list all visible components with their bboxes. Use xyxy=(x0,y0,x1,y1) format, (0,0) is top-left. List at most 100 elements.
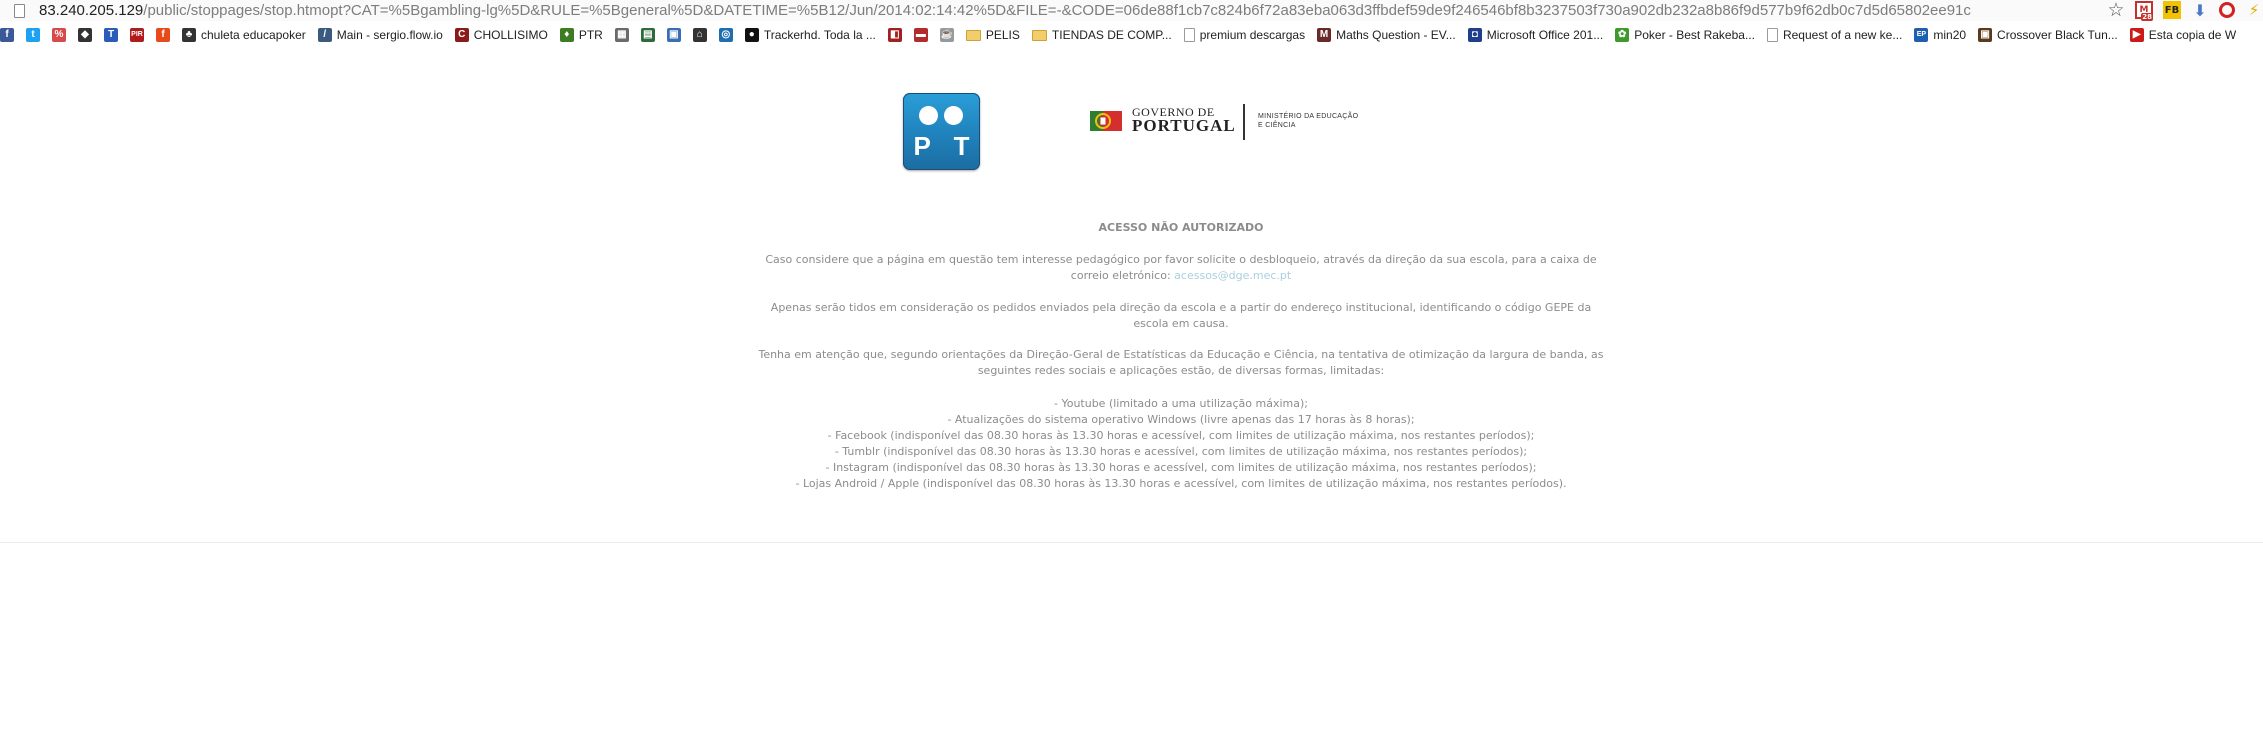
email-link[interactable]: acessos@dge.mec.pt xyxy=(1174,269,1291,282)
bookmark-label: min20 xyxy=(1933,28,1967,42)
gepe-paragraph: Apenas serão tidos em consideração os pe… xyxy=(741,300,1621,332)
limit-item: - Tumblr (indisponível das 08.30 horas à… xyxy=(834,445,1528,458)
bookmark-label: premium descargas xyxy=(1199,28,1306,42)
ministry-line1: MINISTÉRIO DA EDUCAÇÃO xyxy=(1258,113,1359,120)
bookmark-item[interactable]: M Maths Question - EV... xyxy=(1317,26,1456,44)
bookmark-label: Trackerhd. Toda la ... xyxy=(763,28,876,42)
bookmark-label: PELIS xyxy=(985,28,1020,42)
ministry-name: MINISTÉRIO DA EDUCAÇÃO E CIÊNCIA xyxy=(1258,112,1358,130)
bookmark-label: CHOLLISIMO xyxy=(473,28,548,42)
limit-item: - Atualizações do sistema operativo Wind… xyxy=(947,413,1415,426)
maths-icon: M xyxy=(1317,28,1332,42)
download-icon[interactable]: ⬇ xyxy=(2191,1,2209,20)
url-text[interactable]: 83.240.205.129/public/stoppages/stop.htm… xyxy=(39,2,2091,19)
ms-icon: ◧ xyxy=(887,28,902,42)
bookmark-item[interactable]: T xyxy=(104,26,118,44)
pt-logo-dot xyxy=(944,106,963,125)
chart-icon: ▦ xyxy=(614,28,629,42)
gmail-count: 28 xyxy=(2141,13,2153,21)
fb-extension-icon[interactable]: FB xyxy=(2163,1,2181,19)
bookmark-label: Main - sergio.flow.io xyxy=(336,28,443,42)
email-label: correio eletrónico: xyxy=(1070,269,1175,282)
bookmark-item[interactable]: f xyxy=(156,26,170,44)
page-icon xyxy=(14,3,25,18)
adblock-icon[interactable] xyxy=(2219,2,2235,18)
bank-icon: ⌂ xyxy=(692,28,707,42)
limit-item: - Lojas Android / Apple (indisponível da… xyxy=(795,477,1567,490)
url-path: /public/stoppages/stop.htmopt?CAT=%5Bgam… xyxy=(143,2,1971,19)
bookmark-item[interactable]: ▤ xyxy=(640,26,655,44)
bookmark-item[interactable]: ⌂ xyxy=(692,26,707,44)
bookmark-item[interactable]: ▣ xyxy=(666,26,681,44)
gov-line2: PORTUGAL xyxy=(1132,116,1236,135)
page-icon xyxy=(1766,28,1778,42)
url-host: 83.240.205.129 xyxy=(39,2,144,19)
plugin-icon[interactable]: ⚡ xyxy=(2245,1,2263,19)
pdf-icon: ▬ xyxy=(913,28,928,42)
bookmarks-bar: f t% ◆ T PIR f ♣ chuleta educapoker / Main - serg… xyxy=(0,26,2263,44)
educapoker-icon: ♣ xyxy=(182,28,196,42)
bookmark-label: Request of a new ke... xyxy=(1782,28,1903,42)
pir-icon: PIR xyxy=(130,28,144,42)
bookmark-item[interactable]: t xyxy=(26,26,40,44)
request-paragraph: Caso considere que a página em questão t… xyxy=(741,252,1621,284)
bookmark-item[interactable]: ◘ Microsoft Office 201... xyxy=(1467,26,1604,44)
governo-portugal-logo: GOVERNO DE PORTUGAL MINISTÉRIO DA EDUCAÇ… xyxy=(1090,102,1370,142)
folder-icon xyxy=(965,29,981,41)
page-title: ACESSO NÃO AUTORIZADO xyxy=(1098,221,1264,234)
folder-icon xyxy=(1031,29,1047,41)
gov-name: GOVERNO DE PORTUGAL xyxy=(1132,106,1236,135)
poker-icon: ✿ xyxy=(1615,28,1630,42)
chollisimo-icon: C xyxy=(454,28,469,42)
limit-item: - Youtube (limitado a uma utilização máx… xyxy=(1053,397,1308,410)
bookmark-item[interactable]: ▶ Esta copia de W xyxy=(2129,26,2237,44)
bookmark-label: Esta copia de W xyxy=(2148,28,2237,42)
bookmark-item[interactable]: ♦ PTR xyxy=(559,26,603,44)
paragraph-line: seguintes redes sociais e aplicações est… xyxy=(977,364,1385,377)
bookmark-item[interactable]: TIENDAS DE COMP... xyxy=(1031,26,1172,44)
limit-item: - Instagram (indisponível das 08.30 hora… xyxy=(825,461,1537,474)
bookmark-item[interactable]: / Main - sergio.flow.io xyxy=(317,26,443,44)
bookmark-label: Microsoft Office 201... xyxy=(1486,28,1604,42)
bookmark-item[interactable]: C CHOLLISIMO xyxy=(454,26,548,44)
paragraph-line: Caso considere que a página em questão t… xyxy=(765,253,1597,266)
bookmark-item[interactable]: PELIS xyxy=(965,26,1020,44)
bookmark-item[interactable]: ▣ Crossover Black Tun... xyxy=(1978,26,2118,44)
paragraph-line: escola em causa. xyxy=(1133,317,1229,330)
bookmark-item[interactable]: ▦ xyxy=(614,26,629,44)
bookmark-item[interactable]: % xyxy=(52,26,66,44)
pt-logo-text: P T xyxy=(913,131,978,161)
ep-icon: EP xyxy=(1914,28,1929,42)
gmail-icon[interactable]: M 28 xyxy=(2135,1,2153,21)
bookmark-item[interactable]: ◧ xyxy=(887,26,902,44)
paragraph-line: Apenas serão tidos em consideração os pe… xyxy=(770,301,1592,314)
cup-icon: ☕ xyxy=(939,28,954,42)
bookmark-label: Maths Question - EV... xyxy=(1336,28,1456,42)
divider xyxy=(0,542,2263,543)
address-bar[interactable]: 83.240.205.129/public/stoppages/stop.htm… xyxy=(0,0,2263,21)
bookmark-label: Poker - Best Rakeba... xyxy=(1634,28,1755,42)
limits-list: - Youtube (limitado a uma utilização máx… xyxy=(741,396,1621,492)
paragraph-line: correio eletrónico: acessos@dge.mec.pt xyxy=(741,268,1621,284)
bookmark-item[interactable]: PIR xyxy=(130,26,144,44)
gov-separator xyxy=(1243,104,1245,140)
bookmark-item[interactable]: ▬ xyxy=(913,26,928,44)
ministry-line2: E CIÊNCIA xyxy=(1258,122,1296,129)
crossover-icon: ▣ xyxy=(1978,28,1993,42)
bookmark-item[interactable]: ◎ xyxy=(718,26,733,44)
bookmark-item[interactable]: Request of a new ke... xyxy=(1766,26,1903,44)
bookmark-item[interactable]: EP min20 xyxy=(1914,26,1966,44)
percent-icon: % xyxy=(52,28,66,42)
bookmark-item[interactable]: ◆ xyxy=(78,26,92,44)
portugal-emblem-icon xyxy=(1090,111,1122,131)
trello-icon: T xyxy=(104,28,118,42)
graduation-icon: ◆ xyxy=(78,28,92,42)
bookmark-item[interactable]: ♣ chuleta educapoker xyxy=(182,26,306,44)
bookmark-item[interactable]: ☕ xyxy=(939,26,954,44)
bookmark-item[interactable]: premium descargas xyxy=(1183,26,1306,44)
bookmark-item[interactable]: f xyxy=(0,26,14,44)
bookmark-item[interactable]: ✿ Poker - Best Rakeba... xyxy=(1615,26,1755,44)
bookmark-item[interactable]: ● Trackerhd. Toda la ... xyxy=(744,26,876,44)
star-icon[interactable]: ☆ xyxy=(2107,0,2125,21)
flow-icon: / xyxy=(317,28,332,42)
